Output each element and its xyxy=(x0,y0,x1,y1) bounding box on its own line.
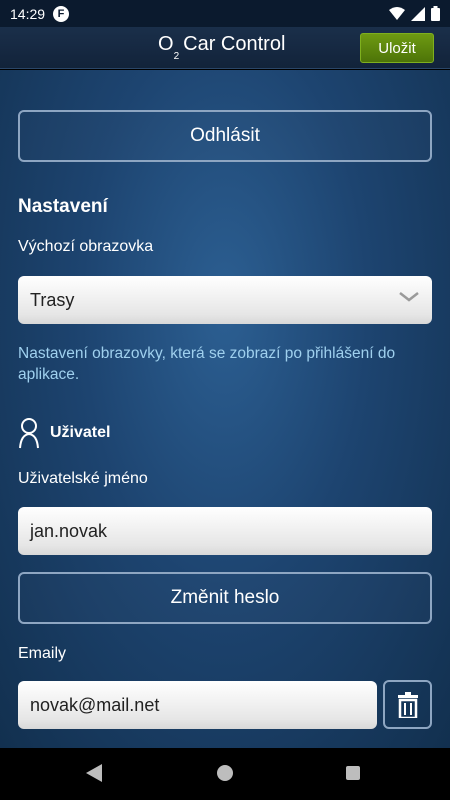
brand-logo: O2 Car Control xyxy=(158,33,286,62)
logout-button[interactable]: Odhlásit xyxy=(18,110,432,162)
settings-title: Nastavení xyxy=(18,196,108,217)
status-bar: 14:29 F xyxy=(0,0,450,27)
default-screen-label: Výchozí obrazovka xyxy=(18,238,154,255)
email-field[interactable]: novak@mail.net xyxy=(18,681,377,729)
back-icon[interactable] xyxy=(86,764,102,782)
chevron-down-icon xyxy=(399,292,419,302)
app-notification-icon: F xyxy=(53,5,70,22)
android-nav-bar xyxy=(0,748,450,800)
battery-icon xyxy=(431,6,440,21)
app-title: Car Control xyxy=(183,33,286,55)
default-screen-select[interactable]: Trasy xyxy=(18,276,432,324)
default-screen-help: Nastavení obrazovky, která se zobrazí po… xyxy=(18,345,396,383)
email-value: novak@mail.net xyxy=(30,694,160,715)
signal-icon xyxy=(411,6,425,21)
username-field[interactable]: jan.novak xyxy=(18,507,432,555)
username-value: jan.novak xyxy=(30,520,108,541)
emails-label: Emaily xyxy=(18,645,67,662)
user-icon xyxy=(19,418,39,449)
wifi-icon xyxy=(389,6,405,20)
status-time: 14:29 xyxy=(10,5,46,22)
change-password-button[interactable]: Změnit heslo xyxy=(18,572,432,624)
username-label: Uživatelské jméno xyxy=(18,470,148,487)
user-section-title: Uživatel xyxy=(50,424,111,441)
save-button[interactable]: Uložit xyxy=(360,33,434,63)
default-screen-value: Trasy xyxy=(30,289,75,310)
trash-icon xyxy=(397,691,418,718)
home-icon[interactable] xyxy=(217,765,233,781)
delete-email-button[interactable] xyxy=(383,680,432,729)
settings-content: Odhlásit Nastavení Výchozí obrazovka Tra… xyxy=(0,70,450,748)
recent-apps-icon[interactable] xyxy=(346,766,360,780)
app-header: O2 Car Control Uložit xyxy=(0,27,450,69)
user-section-header: Uživatel xyxy=(18,417,110,449)
